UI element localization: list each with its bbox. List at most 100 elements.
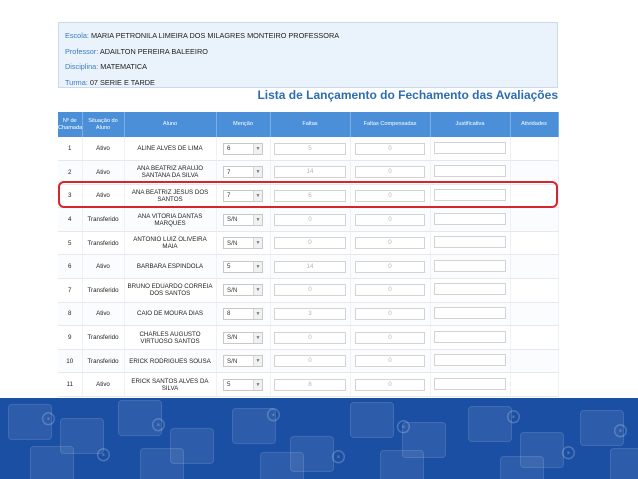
grade-value: 6	[227, 145, 231, 153]
grade-select[interactable]: S/N ▼	[223, 213, 263, 226]
student-name: ANA BEATRIZ ARAUJO SANTANA DA SILVA	[124, 160, 217, 185]
column-header-student[interactable]: Aluno	[124, 112, 217, 137]
grade-value: 5	[227, 263, 231, 271]
compensated-absences-input[interactable]: 0	[355, 237, 425, 250]
column-header-number[interactable]: Nº de Chamada	[58, 112, 83, 137]
footer-tile	[500, 456, 544, 479]
footer-tile	[30, 446, 74, 479]
call-number: 4	[58, 207, 83, 232]
student-status: Ativo	[82, 160, 125, 185]
footer-tile	[610, 448, 638, 479]
chevron-down-icon[interactable]: ▼	[253, 356, 262, 367]
absences-input[interactable]: 8	[274, 378, 346, 391]
table-row: 9 Transferido CHARLES AUGUSTO VIRTUOSO SAN…	[58, 325, 559, 350]
justification-input[interactable]	[434, 236, 506, 249]
chevron-down-icon[interactable]: ▼	[253, 214, 262, 225]
mouse-icon: ⊙	[612, 418, 629, 442]
justification-cell	[430, 372, 511, 398]
activities-cell	[510, 302, 559, 327]
chevron-down-icon[interactable]: ▼	[253, 332, 262, 343]
chevron-down-icon[interactable]: ▼	[253, 143, 262, 154]
student-name: ALINE ALVES DE LIMA	[124, 137, 217, 162]
column-header-justification[interactable]: Justificativa	[430, 112, 511, 137]
grade-select[interactable]: 7 ▼	[223, 166, 263, 179]
compensated-absences-input[interactable]: 0	[355, 213, 425, 226]
column-header-status[interactable]: Situação do Aluno	[82, 112, 125, 137]
absences-input[interactable]: 0	[274, 355, 346, 368]
justification-input[interactable]	[434, 306, 506, 319]
justification-input[interactable]	[434, 259, 506, 272]
grade-select[interactable]: S/N ▼	[223, 237, 263, 250]
justification-cell	[430, 349, 511, 374]
chevron-down-icon[interactable]: ▼	[253, 190, 262, 201]
compensated-absences-input[interactable]: 0	[355, 189, 425, 202]
call-number: 2	[58, 160, 83, 185]
table-body: 1 Ativo ALINE ALVES DE LIMA 6 ▼ 5 0 2 Ativo ANA B…	[58, 137, 559, 398]
chevron-down-icon[interactable]: ▼	[253, 308, 262, 319]
absences-input[interactable]: 0	[274, 213, 346, 226]
grade-select[interactable]: 5 ▼	[223, 378, 263, 391]
compensated-cell: 0	[350, 349, 431, 374]
absences-input[interactable]: 0	[274, 331, 346, 344]
absences-cell: 0	[270, 207, 351, 232]
justification-input[interactable]	[434, 354, 506, 367]
column-header-compensated-absences[interactable]: Faltas Compensadas	[350, 112, 431, 137]
compensated-absences-input[interactable]: 0	[355, 284, 425, 297]
table-row: 8 Ativo CAIO DE MOURA DIAS 8 ▼ 3 0	[58, 302, 559, 327]
compensated-cell: 0	[350, 278, 431, 303]
absences-input[interactable]: 14	[274, 260, 346, 273]
absences-input[interactable]: 3	[274, 307, 346, 320]
grade-select[interactable]: 8 ▼	[223, 307, 263, 320]
grade-select[interactable]: 6 ▼	[223, 142, 263, 155]
chevron-down-icon[interactable]: ▼	[253, 167, 262, 178]
grade-select[interactable]: S/N ▼	[223, 331, 263, 344]
grade-cell: 8 ▼	[216, 302, 271, 327]
grade-value: S/N	[227, 286, 238, 294]
justification-input[interactable]	[434, 165, 506, 178]
justification-input[interactable]	[434, 283, 506, 296]
justification-input[interactable]	[434, 188, 506, 201]
column-header-activities[interactable]: Atividades	[510, 112, 559, 137]
student-status: Transferido	[82, 207, 125, 232]
justification-cell	[430, 278, 511, 303]
call-number: 5	[58, 231, 83, 256]
subject-line: Disciplina: MATEMATICA	[65, 59, 551, 75]
absences-input[interactable]: 0	[274, 284, 346, 297]
footer-tile	[140, 448, 184, 479]
justification-input[interactable]	[434, 377, 506, 390]
student-name: ANA BEATRIZ JESUS DOS SANTOS	[124, 184, 217, 209]
absences-input[interactable]: 6	[274, 189, 346, 202]
grade-select[interactable]: 7 ▼	[223, 189, 263, 202]
column-header-absences[interactable]: Faltas	[270, 112, 351, 137]
absences-input[interactable]: 5	[274, 142, 346, 155]
column-header-grade[interactable]: Menção	[216, 112, 271, 137]
absences-input[interactable]: 14	[274, 166, 346, 179]
compensated-absences-input[interactable]: 0	[355, 166, 425, 179]
compensated-absences-input[interactable]: 0	[355, 378, 425, 391]
student-status: Transferido	[82, 349, 125, 374]
grade-value: S/N	[227, 334, 238, 342]
grade-select[interactable]: 5 ▼	[223, 260, 263, 273]
activities-cell	[510, 160, 559, 185]
justification-cell	[430, 231, 511, 256]
chevron-down-icon[interactable]: ▼	[253, 285, 262, 296]
grade-cell: S/N ▼	[216, 231, 271, 256]
compensated-absences-input[interactable]: 0	[355, 355, 425, 368]
justification-input[interactable]	[434, 212, 506, 225]
compensated-absences-input[interactable]: 0	[355, 307, 425, 320]
chevron-down-icon[interactable]: ▼	[253, 238, 262, 249]
justification-cell	[430, 207, 511, 232]
grade-select[interactable]: S/N ▼	[223, 355, 263, 368]
compensated-absences-input[interactable]: 0	[355, 260, 425, 273]
grade-select[interactable]: S/N ▼	[223, 284, 263, 297]
compensated-absences-input[interactable]: 0	[355, 142, 425, 155]
compensated-absences-input[interactable]: 0	[355, 331, 425, 344]
justification-input[interactable]	[434, 330, 506, 343]
activities-cell	[510, 349, 559, 374]
justification-input[interactable]	[434, 141, 506, 154]
call-number: 9	[58, 325, 83, 350]
chevron-down-icon[interactable]: ▼	[253, 379, 262, 390]
absences-input[interactable]: 0	[274, 237, 346, 250]
chevron-down-icon[interactable]: ▼	[253, 261, 262, 272]
footer-banner: ⊙ ⊙ ⊙ ⊙ ⊙ ⊙ ⊙ ⊙ ⊙	[0, 398, 638, 479]
